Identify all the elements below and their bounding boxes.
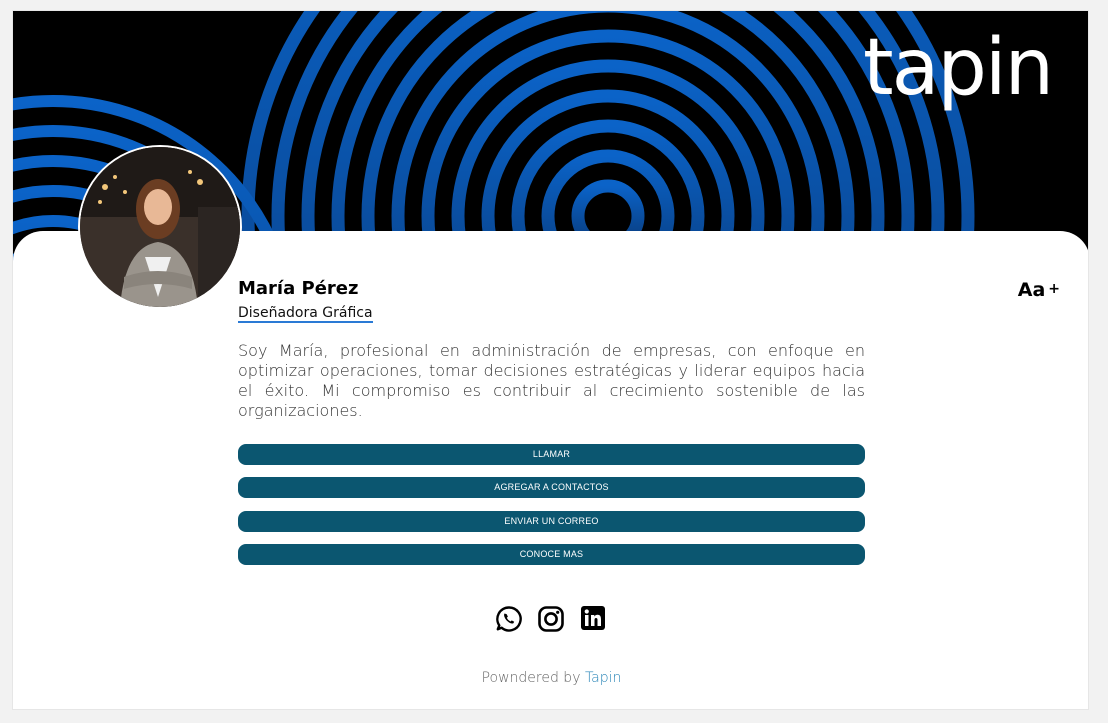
avatar bbox=[78, 145, 242, 309]
profile-card: tapin María Pérez Diseñadora Gráfica Aa +… bbox=[12, 10, 1089, 710]
learn-more-button[interactable]: CONOCE MAS bbox=[238, 544, 865, 565]
footer-prefix: Powndered by bbox=[481, 670, 581, 686]
footer-tapin-link[interactable]: Tapin bbox=[585, 670, 621, 686]
font-size-label: Aa bbox=[1017, 279, 1046, 301]
footer: Powndered by Tapin bbox=[13, 670, 1088, 686]
linkedin-icon[interactable] bbox=[580, 605, 610, 635]
profile-role-link[interactable]: Diseñadora Gráfica bbox=[238, 305, 373, 323]
plus-icon: + bbox=[1048, 281, 1060, 297]
profile-bio: Soy María, profesional en administración… bbox=[238, 341, 865, 420]
instagram-icon[interactable] bbox=[537, 605, 567, 635]
profile-name: María Pérez bbox=[238, 278, 359, 299]
send-email-button[interactable]: ENVIAR UN CORREO bbox=[238, 511, 865, 532]
call-button[interactable]: LLAMAR bbox=[238, 444, 865, 465]
profile-photo bbox=[80, 147, 240, 307]
add-to-contacts-button[interactable]: AGREGAR A CONTACTOS bbox=[238, 477, 865, 498]
brand-logo: tapin bbox=[863, 23, 1054, 113]
font-size-toggle-button[interactable]: Aa + bbox=[1018, 279, 1060, 301]
whatsapp-icon[interactable] bbox=[495, 605, 525, 635]
